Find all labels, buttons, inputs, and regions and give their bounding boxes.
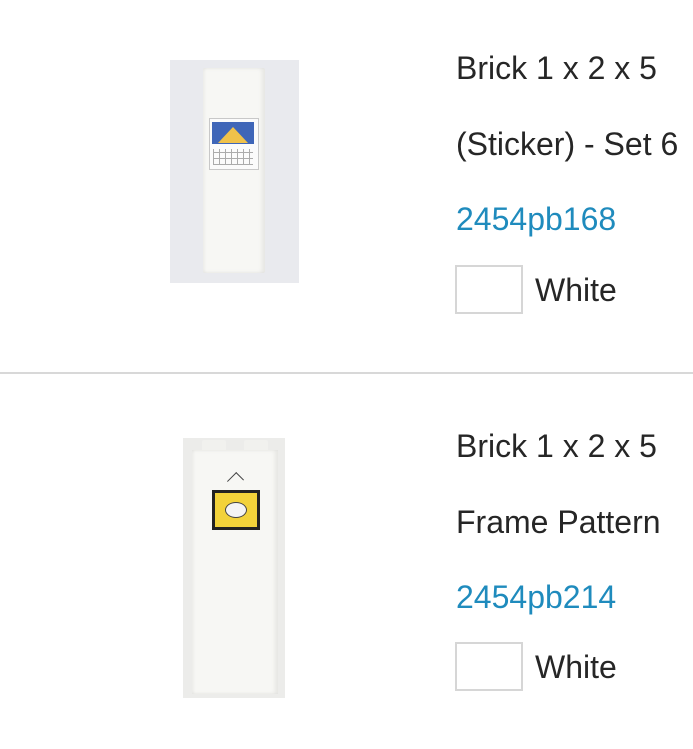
part-title-line-2: (Sticker) - Set 6: [456, 126, 679, 162]
fish-frame-pattern-image: [212, 490, 260, 530]
sticker-pattern-image: [209, 118, 259, 170]
brick-image: [203, 68, 265, 273]
frame-hook: [227, 472, 244, 489]
color-name: White: [535, 648, 617, 685]
part-color: White: [455, 640, 617, 693]
sticker-lines: [213, 149, 253, 165]
part-title-line-2: Frame Pattern: [456, 504, 661, 540]
part-image[interactable]: [170, 60, 299, 283]
brick-image: [192, 440, 278, 694]
color-swatch: [455, 265, 523, 314]
part-title-line-1: Brick 1 x 2 x 5: [456, 50, 657, 86]
color-name: White: [535, 271, 617, 308]
part-list-item: Brick 1 x 2 x 5 Frame Pattern 2454pb214 …: [0, 374, 693, 749]
part-title-line-1: Brick 1 x 2 x 5: [456, 428, 657, 464]
brick-stud: [202, 440, 226, 450]
part-number-link[interactable]: 2454pb168: [456, 199, 616, 239]
sticker-tent: [218, 127, 248, 143]
part-number-link[interactable]: 2454pb214: [456, 577, 616, 617]
brick-stud: [244, 440, 268, 450]
part-image[interactable]: [183, 438, 285, 698]
part-color: White: [455, 263, 617, 316]
part-list-item: Brick 1 x 2 x 5 (Sticker) - Set 6 2454pb…: [0, 0, 693, 372]
color-swatch: [455, 642, 523, 691]
fish-icon: [225, 502, 247, 518]
